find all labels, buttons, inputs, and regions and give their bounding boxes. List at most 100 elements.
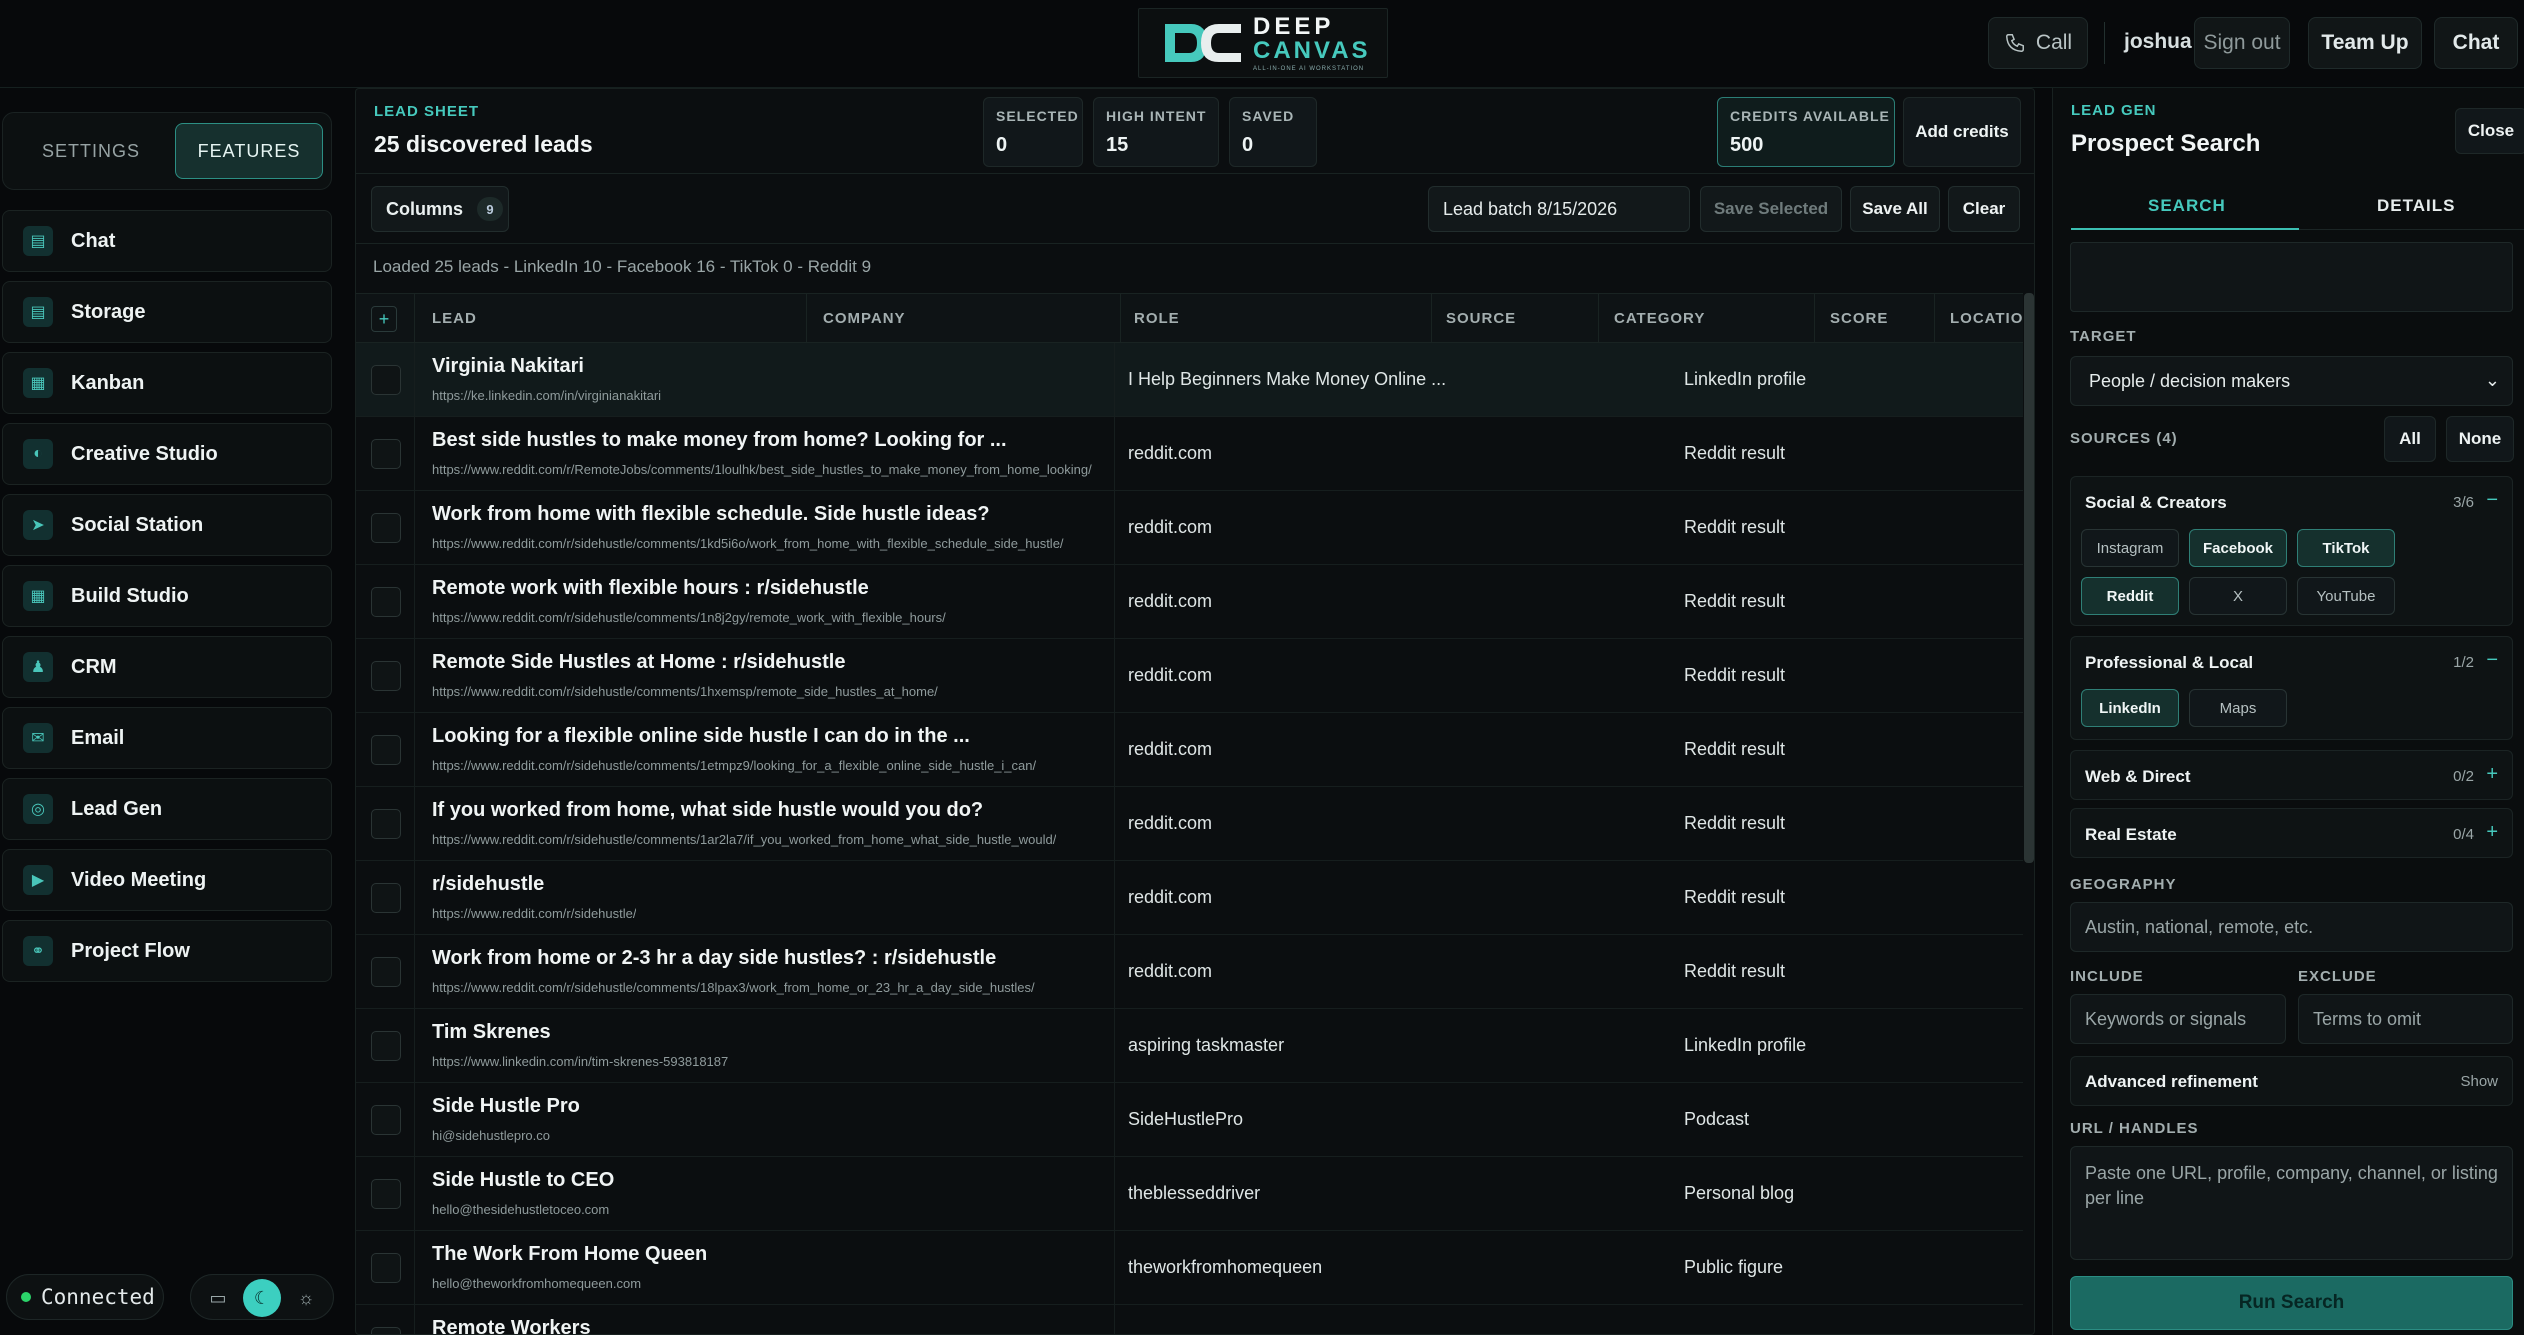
sidebar-item-storage[interactable]: ▤ Storage [2, 281, 332, 343]
close-button[interactable]: Close [2455, 108, 2524, 154]
lead-url[interactable]: https://www.linkedin.com/in/tim-skrenes-… [432, 1054, 728, 1069]
sidebar-item-kanban[interactable]: ▦ Kanban [2, 352, 332, 414]
lead-url[interactable]: hello@thesidehustletoceo.com [432, 1202, 609, 1217]
lead-title[interactable]: Best side hustles to make money from hom… [432, 429, 1007, 452]
lead-url[interactable]: https://www.reddit.com/r/sidehustle/comm… [432, 610, 946, 625]
col-lead[interactable]: LEAD [432, 310, 477, 327]
lead-url[interactable]: https://www.reddit.com/r/RemoteJobs/comm… [432, 462, 1092, 477]
expand-icon[interactable]: + [2486, 821, 2498, 844]
row-checkbox[interactable] [371, 1179, 401, 1209]
lead-title[interactable]: Side Hustle to CEO [432, 1169, 614, 1192]
lead-title[interactable]: Work from home with flexible schedule. S… [432, 503, 990, 526]
row-checkbox[interactable] [371, 735, 401, 765]
sidebar-item-project-flow[interactable]: ⚭ Project Flow [2, 920, 332, 982]
col-category[interactable]: CATEGORY [1614, 310, 1705, 327]
lead-title[interactable]: The Work From Home Queen [432, 1243, 707, 1266]
desktop-icon[interactable]: ▭ [199, 1279, 237, 1317]
lead-title[interactable]: Tim Skrenes [432, 1021, 551, 1044]
table-row[interactable]: If you worked from home, what side hustl… [356, 787, 2023, 861]
save-selected-button[interactable]: Save Selected [1700, 186, 1842, 232]
sun-icon[interactable]: ☼ [287, 1279, 325, 1317]
col-role[interactable]: ROLE [1134, 310, 1180, 327]
add-credits-button[interactable]: Add credits [1903, 97, 2021, 167]
lead-url[interactable]: hi@sidehustlepro.co [432, 1128, 550, 1143]
col-score[interactable]: SCORE [1830, 310, 1888, 327]
teamup-button[interactable]: Team Up [2308, 17, 2422, 69]
columns-button[interactable]: Columns 9 [371, 186, 509, 232]
row-checkbox[interactable] [371, 1105, 401, 1135]
advanced-refinement[interactable]: Advanced refinement Show [2070, 1056, 2513, 1106]
row-checkbox[interactable] [371, 957, 401, 987]
lead-url[interactable]: https://www.reddit.com/r/sidehustle/comm… [432, 536, 1064, 551]
clear-button[interactable]: Clear [1948, 186, 2020, 232]
lead-title[interactable]: Work from home or 2-3 hr a day side hust… [432, 947, 996, 970]
lead-title[interactable]: Virginia Nakitari [432, 355, 584, 378]
table-row[interactable]: r/sidehustle https://www.reddit.com/r/sid… [356, 861, 2023, 935]
chat-top-button[interactable]: Chat [2434, 17, 2518, 69]
sidebar-item-chat[interactable]: ▤ Chat [2, 210, 332, 272]
app-logo[interactable]: DEEP CANVAS ALL-IN-ONE AI WORKSTATION [1138, 8, 1388, 78]
sidebar-item-build-studio[interactable]: ▦ Build Studio [2, 565, 332, 627]
row-checkbox[interactable] [371, 513, 401, 543]
source-chip-x[interactable]: X [2189, 577, 2287, 615]
source-chip-facebook[interactable]: Facebook [2189, 529, 2287, 567]
row-checkbox[interactable] [371, 587, 401, 617]
tab-search[interactable]: SEARCH [2148, 196, 2226, 216]
lead-title[interactable]: If you worked from home, what side hustl… [432, 799, 983, 822]
tab-settings[interactable]: SETTINGS [17, 123, 165, 179]
sidebar-item-creative-studio[interactable]: ◐ Creative Studio [2, 423, 332, 485]
target-select[interactable]: People / decision makers ⌄ [2070, 356, 2513, 406]
geography-input[interactable]: Austin, national, remote, etc. [2070, 902, 2513, 952]
exclude-input[interactable]: Terms to omit [2298, 994, 2513, 1044]
group-web[interactable]: Web & Direct 0/2 + [2070, 750, 2513, 800]
lead-url[interactable]: https://www.reddit.com/r/sidehustle/comm… [432, 684, 938, 699]
col-company[interactable]: COMPANY [823, 310, 906, 327]
table-row[interactable]: Remote Side Hustles at Home : r/sidehust… [356, 639, 2023, 713]
expand-icon[interactable]: + [2486, 763, 2498, 786]
row-checkbox[interactable] [371, 883, 401, 913]
query-textarea[interactable] [2070, 242, 2513, 312]
col-location[interactable]: LOCATION [1950, 310, 2034, 327]
sidebar-item-lead-gen[interactable]: ◎ Lead Gen [2, 778, 332, 840]
collapse-icon[interactable]: − [2486, 649, 2498, 672]
table-row[interactable]: Virginia Nakitari https://ke.linkedin.com… [356, 343, 2023, 417]
row-checkbox[interactable] [371, 809, 401, 839]
collapse-icon[interactable]: − [2486, 489, 2498, 512]
lead-url[interactable]: https://www.reddit.com/r/sidehustle/comm… [432, 832, 1056, 847]
row-checkbox[interactable] [371, 661, 401, 691]
lead-url[interactable]: https://ke.linkedin.com/in/virginianakit… [432, 388, 661, 403]
url-handles-textarea[interactable]: Paste one URL, profile, company, channel… [2070, 1146, 2513, 1260]
sources-all-button[interactable]: All [2384, 416, 2436, 462]
table-row[interactable]: Remote Workers [356, 1305, 2023, 1334]
add-column-button[interactable]: + [371, 306, 397, 332]
lead-url[interactable]: hello@theworkfromhomequeen.com [432, 1276, 641, 1291]
source-chip-youtube[interactable]: YouTube [2297, 577, 2395, 615]
sidebar-item-social-station[interactable]: ➤ Social Station [2, 494, 332, 556]
table-row[interactable]: Best side hustles to make money from hom… [356, 417, 2023, 491]
tab-features[interactable]: FEATURES [175, 123, 323, 179]
lead-title[interactable]: r/sidehustle [432, 873, 544, 896]
group-realestate[interactable]: Real Estate 0/4 + [2070, 808, 2513, 858]
sources-none-button[interactable]: None [2446, 416, 2514, 462]
source-chip-linkedin[interactable]: LinkedIn [2081, 689, 2179, 727]
moon-icon[interactable]: ☾ [243, 1279, 281, 1317]
run-search-button[interactable]: Run Search [2070, 1276, 2513, 1330]
source-chip-instagram[interactable]: Instagram [2081, 529, 2179, 567]
lead-url[interactable]: https://www.reddit.com/r/sidehustle/comm… [432, 980, 1035, 995]
table-row[interactable]: Looking for a flexible online side hustl… [356, 713, 2023, 787]
table-row[interactable]: Side Hustle to CEO hello@thesidehustletoc… [356, 1157, 2023, 1231]
tab-details[interactable]: DETAILS [2377, 196, 2455, 216]
include-input[interactable]: Keywords or signals [2070, 994, 2286, 1044]
table-row[interactable]: The Work From Home Queen hello@theworkfro… [356, 1231, 2023, 1305]
row-checkbox[interactable] [371, 1253, 401, 1283]
row-checkbox[interactable] [371, 439, 401, 469]
call-button[interactable]: Call [1988, 17, 2088, 69]
save-all-button[interactable]: Save All [1850, 186, 1940, 232]
sidebar-item-crm[interactable]: ♟ CRM [2, 636, 332, 698]
row-checkbox[interactable] [371, 365, 401, 395]
table-row[interactable]: Side Hustle Pro hi@sidehustlepro.co SideHu… [356, 1083, 2023, 1157]
lead-title[interactable]: Side Hustle Pro [432, 1095, 580, 1118]
row-checkbox[interactable] [371, 1031, 401, 1061]
source-chip-reddit[interactable]: Reddit [2081, 577, 2179, 615]
table-row[interactable]: Remote work with flexible hours : r/side… [356, 565, 2023, 639]
